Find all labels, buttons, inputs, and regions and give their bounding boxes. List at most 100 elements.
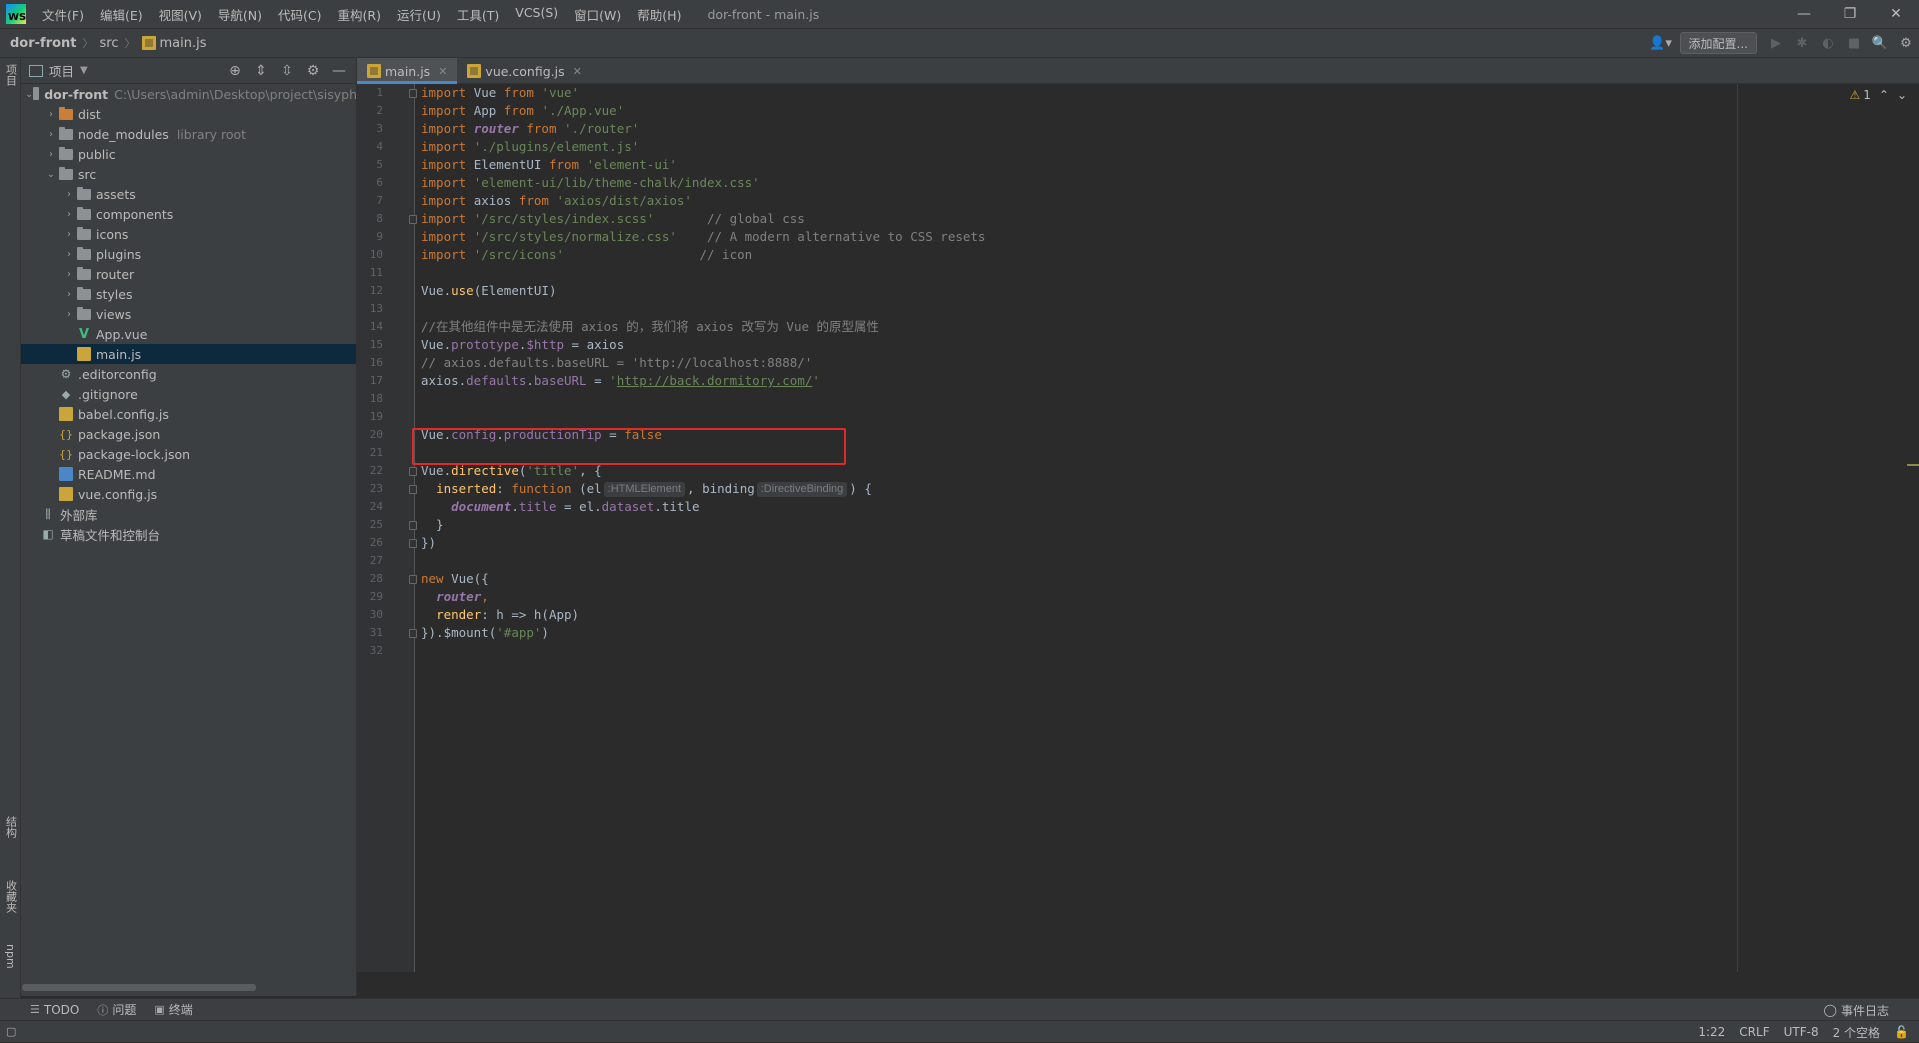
fold-toggle-icon[interactable]: [409, 467, 417, 476]
code-editor[interactable]: 1 2 3 4 5 6 7 8 9 10 11 12 13 14 15 16 17 18 19 20 21 22 23 24 2…: [357, 84, 1919, 972]
file-encoding[interactable]: UTF-8: [1784, 1025, 1819, 1039]
fold-toggle-icon[interactable]: [409, 485, 417, 494]
code-line[interactable]: import '/src/icons' // icon: [421, 244, 752, 266]
fold-toggle-icon[interactable]: [409, 521, 417, 530]
tree-item[interactable]: › assets: [21, 184, 356, 204]
line-number[interactable]: 32: [357, 640, 383, 662]
minimize-icon[interactable]: —: [1781, 0, 1827, 28]
structure-tool-tab[interactable]: 结构: [2, 816, 19, 856]
chevron-right-icon[interactable]: ›: [61, 209, 77, 220]
fold-toggle-icon[interactable]: [409, 539, 417, 548]
breadcrumb-project[interactable]: dor-front: [10, 36, 77, 51]
breadcrumb-file[interactable]: main.js: [160, 36, 207, 51]
todo-tool-button[interactable]: ☰ TODO: [30, 1003, 79, 1017]
tree-item[interactable]: babel.config.js: [21, 404, 356, 424]
stop-icon[interactable]: ■: [1841, 32, 1867, 54]
editor-tab[interactable]: main.js ✕: [357, 58, 458, 84]
tree-item[interactable]: README.md: [21, 464, 356, 484]
code-line[interactable]: Vue.use(ElementUI): [421, 280, 556, 302]
menu-item[interactable]: 代码(C): [270, 5, 329, 24]
project-tool-tab[interactable]: 项目: [2, 64, 19, 100]
tree-item[interactable]: vue.config.js: [21, 484, 356, 504]
error-stripe-marker[interactable]: [1907, 464, 1919, 466]
close-window-icon[interactable]: ✕: [1873, 0, 1919, 28]
chevron-down-icon[interactable]: ⌄: [43, 169, 59, 180]
indent-setting[interactable]: 2 个空格: [1833, 1024, 1880, 1041]
tree-item[interactable]: › plugins: [21, 244, 356, 264]
tree-item[interactable]: ⌄ src: [21, 164, 356, 184]
webstorm-logo-icon[interactable]: WS: [6, 4, 26, 24]
code-line[interactable]: }): [421, 532, 436, 554]
tree-item[interactable]: › views: [21, 304, 356, 324]
fold-toggle-icon[interactable]: [409, 215, 417, 224]
user-account-icon[interactable]: 👤▾: [1648, 32, 1674, 54]
inspection-widget[interactable]: ⚠ 1 ⌃ ⌄: [1841, 88, 1907, 102]
tree-root[interactable]: ⌄ dor-front C:\Users\admin\Desktop\proje…: [21, 84, 356, 104]
tree-item[interactable]: › components: [21, 204, 356, 224]
coverage-icon[interactable]: ◐: [1815, 32, 1841, 54]
chevron-down-icon[interactable]: ⌄: [25, 89, 33, 100]
next-highlight-icon[interactable]: ⌄: [1897, 88, 1907, 102]
chevron-right-icon[interactable]: ›: [61, 289, 77, 300]
hide-panel-icon[interactable]: —: [326, 63, 352, 79]
tree-item[interactable]: main.js: [21, 344, 356, 364]
menu-item[interactable]: 重构(R): [330, 5, 389, 24]
fold-toggle-icon[interactable]: [409, 89, 417, 98]
add-configuration-button[interactable]: 添加配置...: [1679, 32, 1757, 54]
toggle-tool-windows-icon[interactable]: ▢: [6, 1025, 16, 1038]
collapse-all-icon[interactable]: ⇳: [274, 63, 300, 79]
event-log-button[interactable]: ◯ 事件日志: [1824, 999, 1889, 1021]
tree-item[interactable]: ◆ .gitignore: [21, 384, 356, 404]
close-tab-icon[interactable]: ✕: [573, 65, 582, 78]
settings-gear-icon[interactable]: ⚙: [1893, 32, 1919, 54]
caret-position[interactable]: 1:22: [1698, 1025, 1725, 1039]
chevron-right-icon[interactable]: ›: [61, 309, 77, 320]
restore-icon[interactable]: ❐: [1827, 0, 1873, 28]
menu-item[interactable]: 导航(N): [210, 5, 270, 24]
tree-item[interactable]: V App.vue: [21, 324, 356, 344]
menu-item[interactable]: 窗口(W): [566, 5, 629, 24]
breadcrumb-src[interactable]: src: [100, 36, 119, 51]
fold-toggle-icon[interactable]: [409, 575, 417, 584]
run-icon[interactable]: ▶: [1763, 32, 1789, 54]
horizontal-scrollbar[interactable]: [22, 984, 256, 991]
code-line[interactable]: document.title = el.dataset.title: [421, 496, 699, 518]
close-tab-icon[interactable]: ✕: [438, 65, 447, 78]
chevron-right-icon[interactable]: ›: [61, 249, 77, 260]
tree-item[interactable]: › node_modules library root: [21, 124, 356, 144]
terminal-tool-button[interactable]: ▣ 终端: [154, 1001, 192, 1018]
menu-item[interactable]: 视图(V): [151, 5, 210, 24]
tree-item[interactable]: ◧ 草稿文件和控制台: [21, 524, 356, 544]
problems-tool-button[interactable]: ⓘ 问题: [97, 1001, 136, 1018]
lock-icon[interactable]: 🔓: [1894, 1025, 1909, 1039]
menu-item[interactable]: VCS(S): [507, 5, 566, 24]
menu-item[interactable]: 文件(F): [34, 5, 92, 24]
previous-highlight-icon[interactable]: ⌃: [1879, 88, 1889, 102]
code-line[interactable]: axios.defaults.baseURL = 'http://back.do…: [421, 370, 820, 392]
line-separator[interactable]: CRLF: [1739, 1025, 1769, 1039]
chevron-right-icon[interactable]: ›: [61, 269, 77, 280]
favorites-tool-tab[interactable]: 收藏夹: [2, 880, 19, 940]
menu-item[interactable]: 编辑(E): [92, 5, 151, 24]
chevron-right-icon[interactable]: ›: [43, 109, 59, 120]
code-line[interactable]: }).$mount('#app'): [421, 622, 549, 644]
debug-icon[interactable]: ✱: [1789, 32, 1815, 54]
search-everywhere-icon[interactable]: 🔍: [1867, 32, 1893, 54]
chevron-right-icon[interactable]: ›: [43, 129, 59, 140]
project-panel-title[interactable]: 项目: [49, 61, 74, 80]
menu-item[interactable]: 运行(U): [389, 5, 449, 24]
tree-item[interactable]: ⚙ .editorconfig: [21, 364, 356, 384]
locate-file-icon[interactable]: ⊕: [222, 63, 248, 79]
tree-item[interactable]: {} package-lock.json: [21, 444, 356, 464]
tree-item[interactable]: › icons: [21, 224, 356, 244]
tree-item[interactable]: {} package.json: [21, 424, 356, 444]
tree-item[interactable]: › dist: [21, 104, 356, 124]
tree-item[interactable]: ⫼ 外部库: [21, 504, 356, 524]
tree-item[interactable]: › router: [21, 264, 356, 284]
panel-settings-gear-icon[interactable]: ⚙: [300, 63, 326, 79]
chevron-right-icon[interactable]: ›: [61, 189, 77, 200]
editor-tab[interactable]: vue.config.js ✕: [457, 58, 591, 84]
chevron-right-icon[interactable]: ›: [43, 149, 59, 160]
menu-item[interactable]: 帮助(H): [629, 5, 689, 24]
menu-item[interactable]: 工具(T): [449, 5, 507, 24]
